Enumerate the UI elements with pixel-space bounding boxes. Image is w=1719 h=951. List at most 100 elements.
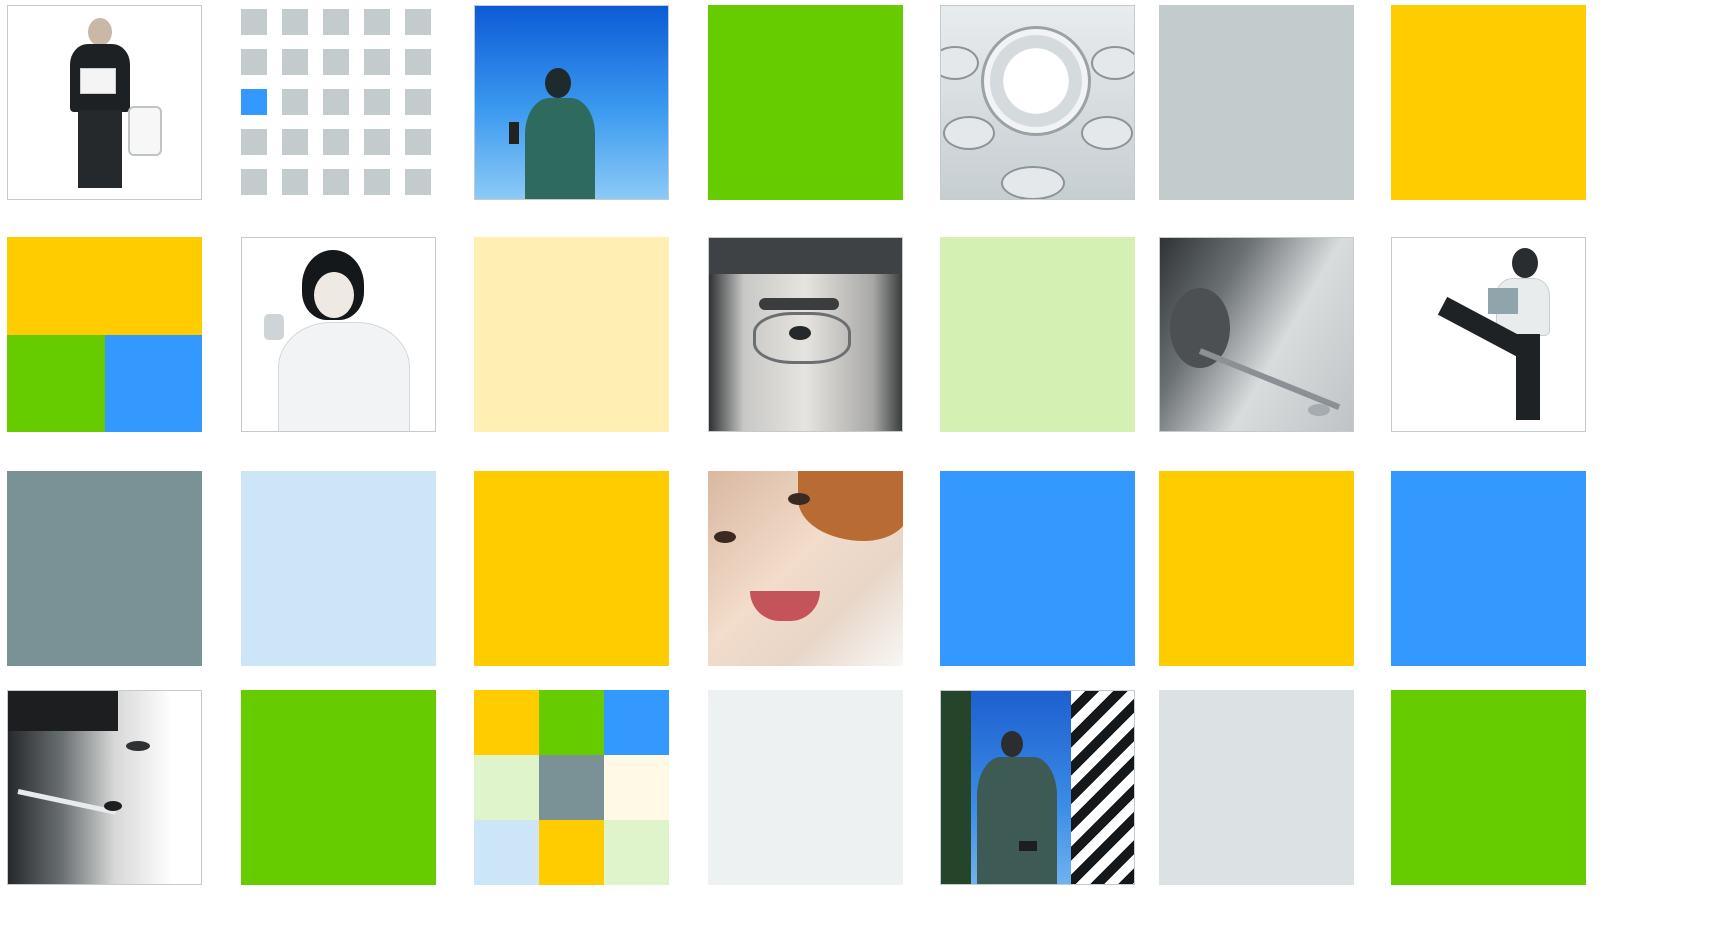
trees-shape <box>941 691 971 884</box>
grid-dot <box>364 49 390 75</box>
person-head-shape <box>1001 731 1023 757</box>
folder-shape <box>1488 288 1518 314</box>
grid-dot <box>241 169 267 195</box>
phone-key-shape <box>1081 116 1133 150</box>
person-body-shape <box>977 757 1057 884</box>
photo-woman-holding-phone <box>241 237 436 432</box>
grid-dot <box>282 169 308 195</box>
grid-dot <box>364 89 390 115</box>
tile-dot-grid <box>241 5 436 200</box>
phone-shape <box>264 314 284 340</box>
building-shape <box>1071 691 1134 884</box>
person-head-shape <box>1512 248 1538 278</box>
grid-dot <box>405 89 431 115</box>
split-bottom-right <box>104 334 202 432</box>
grid-dot <box>405 9 431 35</box>
tile-solid <box>1159 690 1354 885</box>
mosaic-cell <box>539 690 604 755</box>
headset-mic-shape <box>104 801 122 811</box>
tile-solid <box>474 237 669 432</box>
person-body-shape <box>278 322 410 431</box>
photo-woman-striding-with-folder <box>1391 237 1586 432</box>
tile-solid <box>1159 5 1354 200</box>
split-bottom-left <box>7 334 105 432</box>
tile-solid <box>708 690 903 885</box>
person-legs-shape <box>78 110 122 188</box>
highlight-dot <box>241 89 267 115</box>
headset-arm-shape <box>17 789 117 815</box>
eye-shape <box>126 741 150 751</box>
photo-smiling-woman-closeup <box>708 471 903 666</box>
grid-dot <box>323 9 349 35</box>
mosaic-cell <box>474 820 539 885</box>
grid-dot <box>323 89 349 115</box>
hair-shape <box>709 238 902 274</box>
mosaic-cell <box>604 690 669 755</box>
eyebrow-shape <box>759 298 839 310</box>
tile-mosaic <box>474 690 669 885</box>
tile-solid <box>241 471 436 666</box>
grid-dot <box>323 169 349 195</box>
tile-solid <box>940 471 1135 666</box>
paper-shape <box>80 68 116 94</box>
tile-solid <box>241 690 436 885</box>
person-body-shape <box>525 98 595 199</box>
phone-shape <box>509 122 519 144</box>
hair-shape <box>798 471 903 541</box>
tile-solid <box>1391 471 1586 666</box>
phone-ring-shape <box>981 26 1091 136</box>
photo-man-with-headset-profile <box>7 690 202 885</box>
person-leg-shape <box>1516 334 1540 420</box>
person-face-shape <box>314 272 354 318</box>
photo-man-with-glasses-closeup <box>708 237 903 432</box>
phone-key-shape <box>1001 166 1065 199</box>
phone-key-shape <box>1091 46 1134 80</box>
tile-mosaic <box>0 0 1719 951</box>
mosaic-cell <box>539 755 604 820</box>
tile-split <box>7 237 202 432</box>
person-head-shape <box>545 68 571 98</box>
grid-dot <box>282 49 308 75</box>
headset-arm-shape <box>1198 348 1341 410</box>
grid-dot <box>323 49 349 75</box>
grid-dot <box>364 9 390 35</box>
eye-shape <box>714 531 736 543</box>
mosaic-cell <box>604 820 669 885</box>
tile-solid <box>474 471 669 666</box>
phone-key-shape <box>943 116 995 150</box>
grid-dot <box>282 89 308 115</box>
grid-dot <box>282 129 308 155</box>
grid-dot <box>364 169 390 195</box>
headset-mic-shape <box>1308 404 1330 416</box>
tile-solid <box>1391 690 1586 885</box>
grid-dot <box>323 129 349 155</box>
photo-businessman-holding-paper <box>7 5 202 200</box>
phone-shape <box>1019 841 1037 851</box>
photo-man-with-phone-building <box>940 690 1135 885</box>
grid-dot <box>405 169 431 195</box>
grid-dot <box>241 9 267 35</box>
tile-solid <box>708 5 903 200</box>
mosaic-cell <box>539 820 604 885</box>
mosaic-cell <box>474 690 539 755</box>
smile-shape <box>750 591 820 621</box>
person-head-shape <box>88 18 112 46</box>
chair-shape <box>128 106 162 156</box>
tile-solid <box>1391 5 1586 200</box>
hair-shape <box>8 691 118 731</box>
grid-dot <box>405 49 431 75</box>
photo-headset-closeup <box>1159 237 1354 432</box>
mosaic-cell <box>604 755 669 820</box>
grid-dot <box>241 129 267 155</box>
tile-solid <box>940 237 1135 432</box>
tile-solid <box>7 471 202 666</box>
grid-dot <box>364 129 390 155</box>
tile-solid <box>1159 471 1354 666</box>
grid-dot <box>282 9 308 35</box>
grid-dot <box>241 49 267 75</box>
phone-key-shape <box>941 46 979 80</box>
eye-shape <box>789 326 811 340</box>
split-top <box>7 237 202 335</box>
photo-woman-on-phone-sky <box>474 5 669 200</box>
grid-dot <box>405 129 431 155</box>
